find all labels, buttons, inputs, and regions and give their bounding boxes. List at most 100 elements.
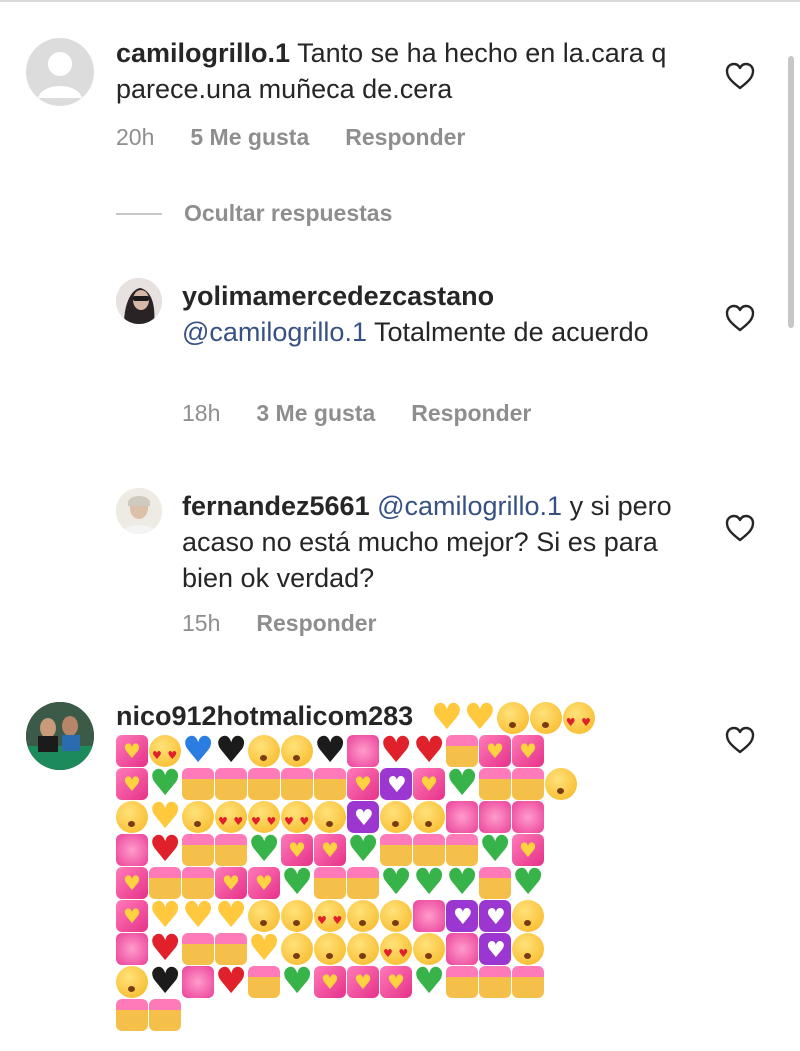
people-heart-emoji	[116, 998, 148, 1031]
comment-meta: 20h 5 Me gusta Responder	[116, 124, 501, 151]
heart-outline-icon[interactable]	[725, 304, 755, 332]
people-heart-emoji	[281, 767, 313, 800]
people-heart-emoji	[149, 998, 181, 1031]
people-heart-emoji	[215, 932, 247, 965]
heart-ribbon-emoji	[413, 767, 445, 801]
growing-heart-emoji	[116, 833, 148, 866]
people-heart-emoji	[446, 833, 478, 866]
comment-username[interactable]: fernandez5661	[182, 491, 370, 521]
green-heart-emoji	[380, 863, 413, 903]
heart-eyes-emoji	[562, 701, 595, 739]
green-heart-emoji	[281, 863, 314, 903]
growing-heart-emoji	[446, 932, 478, 965]
comment-username[interactable]: camilogrillo.1	[116, 38, 290, 68]
kissing-face-emoji	[248, 899, 280, 932]
avatar[interactable]	[116, 278, 162, 324]
growing-heart-emoji	[413, 899, 445, 932]
heart-ribbon-emoji	[380, 965, 412, 999]
red-heart-emoji	[380, 731, 413, 771]
comment-meta: 18h 3 Me gusta Responder	[182, 400, 567, 427]
comment-body: yolimamercedezcastano @camilogrillo.1 To…	[182, 278, 682, 350]
kissing-face-emoji	[314, 800, 346, 833]
avatar[interactable]	[26, 38, 94, 106]
heart-ribbon-emoji	[116, 866, 148, 900]
people-heart-emoji	[380, 833, 412, 866]
yellow-heart-emoji	[182, 896, 215, 936]
kissing-face-emoji	[116, 965, 148, 998]
people-heart-emoji	[182, 833, 214, 866]
heart-outline-icon[interactable]	[725, 514, 755, 542]
yellow-heart-emoji	[149, 896, 182, 936]
green-heart-emoji	[413, 863, 446, 903]
kissing-face-emoji	[314, 932, 346, 965]
green-heart-emoji	[347, 830, 380, 870]
kissing-face-emoji	[512, 899, 544, 932]
people-heart-emoji	[314, 767, 346, 800]
people-heart-emoji	[149, 866, 181, 899]
heart-eyes-emoji	[281, 800, 313, 838]
comment-time[interactable]: 20h	[116, 124, 154, 151]
emoji-row	[116, 797, 676, 838]
heart-ribbon-emoji	[248, 866, 280, 900]
growing-heart-emoji	[446, 800, 478, 833]
yellow-heart-emoji	[149, 797, 182, 837]
comment-meta: 15h Responder	[182, 610, 413, 637]
kissing-face-emoji	[281, 932, 313, 965]
people-heart-emoji	[248, 767, 280, 800]
reply-button[interactable]: Responder	[345, 124, 465, 151]
yellow-heart-emoji	[464, 698, 497, 738]
people-heart-emoji	[479, 866, 511, 899]
heart-ribbon-emoji	[281, 833, 313, 867]
emoji-row	[116, 997, 676, 1031]
kissing-face-emoji	[380, 800, 412, 833]
red-heart-emoji	[149, 830, 182, 870]
red-heart-emoji	[215, 962, 248, 1002]
green-heart-emoji	[413, 962, 446, 1002]
yellow-heart-emoji	[215, 896, 248, 936]
heart-decoration-emoji	[347, 800, 379, 835]
reply-yolimamercedezcastano: yolimamercedezcastano @camilogrillo.1 To…	[0, 270, 800, 440]
people-heart-emoji	[479, 767, 511, 800]
reply-button[interactable]: Responder	[411, 400, 531, 427]
kissing-face-emoji	[116, 800, 148, 833]
people-heart-emoji	[182, 866, 214, 899]
people-heart-emoji	[215, 833, 247, 866]
reply-button[interactable]: Responder	[256, 610, 376, 637]
comment-nico912hotmalicom283: nico912hotmalicom283	[0, 690, 800, 1051]
emoji-row	[116, 731, 676, 772]
kissing-face-emoji	[413, 932, 445, 965]
kissing-face-emoji	[347, 932, 379, 965]
heart-ribbon-emoji	[347, 767, 379, 801]
heart-ribbon-emoji	[314, 965, 346, 999]
yellow-heart-emoji	[431, 698, 464, 738]
hide-replies-label: Ocultar respuestas	[184, 200, 393, 226]
comment-time[interactable]: 15h	[182, 610, 220, 637]
mention-link[interactable]: @camilogrillo.1	[182, 317, 367, 347]
kissing-face-emoji	[182, 800, 214, 833]
like-count[interactable]: 5 Me gusta	[190, 124, 309, 151]
green-heart-emoji	[512, 863, 545, 903]
kissing-face-emoji	[380, 899, 412, 932]
emoji-row	[116, 896, 676, 937]
comment-body: nico912hotmalicom283	[116, 698, 676, 1031]
hide-replies-button[interactable]: Ocultar respuestas	[116, 200, 392, 227]
heart-outline-icon[interactable]	[725, 726, 755, 754]
heart-decoration-emoji	[380, 767, 412, 802]
heart-outline-icon[interactable]	[725, 62, 755, 90]
green-heart-emoji	[281, 962, 314, 1002]
heart-ribbon-emoji	[314, 833, 346, 867]
avatar[interactable]	[26, 702, 94, 770]
kissing-face-emoji	[248, 734, 280, 767]
avatar[interactable]	[116, 488, 162, 534]
user-photo-icon	[116, 278, 162, 324]
heart-ribbon-emoji	[116, 767, 148, 801]
growing-heart-emoji	[116, 932, 148, 965]
comment-username[interactable]: yolimamercedezcastano	[182, 281, 494, 311]
like-count[interactable]: 3 Me gusta	[256, 400, 375, 427]
people-heart-emoji	[512, 767, 544, 800]
comment-username[interactable]: nico912hotmalicom283	[116, 701, 413, 731]
heart-eyes-emoji	[314, 899, 346, 937]
kissing-face-emoji	[529, 701, 562, 734]
mention-link[interactable]: @camilogrillo.1	[370, 491, 562, 521]
comment-time[interactable]: 18h	[182, 400, 220, 427]
